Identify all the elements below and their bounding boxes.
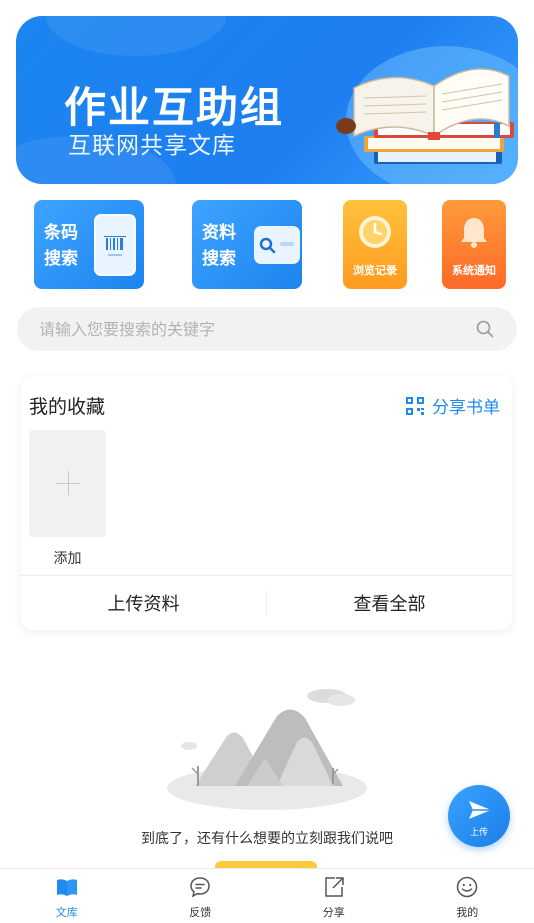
tab-share[interactable]: 分享 [267, 869, 401, 923]
upload-fab-label: 上传 [469, 828, 488, 838]
browse-history-button[interactable]: 浏览记录 [343, 200, 407, 289]
bottom-tab-bar: 文库 反馈 分享 我的 [0, 868, 534, 923]
material-search-label-line1: 资料 [202, 223, 236, 243]
favorites-title: 我的收藏 [29, 396, 106, 418]
add-favorite-label: 添加 [53, 551, 82, 567]
material-search-label: 资料 搜索 [202, 220, 236, 272]
upload-fab-button[interactable]: 上传 [448, 785, 510, 847]
clock-icon [359, 216, 391, 248]
barcode-search-button[interactable]: 条码 搜索 [34, 200, 144, 289]
tab-feedback[interactable]: 反馈 [134, 869, 268, 923]
mountain-empty-illustration-icon [167, 689, 367, 810]
paper-plane-icon [469, 801, 491, 819]
qr-code-icon [406, 396, 424, 415]
search-input[interactable] [39, 319, 475, 339]
bell-icon [461, 218, 487, 248]
banner-decoration [46, 16, 226, 56]
barcode-search-label: 条码 搜索 [44, 220, 78, 272]
search-bar[interactable] [17, 307, 517, 351]
system-notice-label: 系统通知 [452, 264, 496, 277]
tab-share-label: 分享 [322, 906, 345, 919]
search-card [254, 226, 300, 264]
tab-mine[interactable]: 我的 [401, 869, 534, 923]
tab-mine-label: 我的 [456, 906, 479, 919]
favorites-actions: 上传资料 查看全部 [21, 576, 512, 630]
book-icon [56, 879, 77, 896]
upload-material-button[interactable]: 上传资料 [21, 576, 266, 630]
barcode-search-label-line2: 搜索 [44, 249, 78, 269]
promo-banner[interactable]: 作业互助组 互联网共享文库 [16, 16, 518, 184]
share-booklist-label: 分享书单 [432, 398, 500, 418]
tab-library[interactable]: 文库 [0, 869, 134, 923]
open-book-illustration-icon [336, 68, 514, 164]
banner-subtitle: 互联网共享文库 [68, 133, 236, 159]
add-favorite-button[interactable] [29, 430, 106, 537]
search-icon[interactable] [475, 319, 495, 339]
share-icon [325, 877, 344, 897]
plus-icon [68, 471, 69, 495]
smile-icon [457, 876, 478, 898]
barcode-icon [104, 236, 126, 256]
share-booklist-button[interactable]: 分享书单 [406, 393, 500, 418]
phone-card [94, 214, 136, 276]
tab-library-label: 文库 [55, 906, 78, 919]
barcode-search-label-line1: 条码 [44, 223, 78, 243]
browse-history-label: 浏览记录 [353, 264, 397, 277]
material-search-label-line2: 搜索 [202, 249, 236, 269]
system-notice-button[interactable]: 系统通知 [442, 200, 506, 289]
view-all-button[interactable]: 查看全部 [267, 576, 512, 630]
search-card-icon [259, 237, 294, 254]
tab-feedback-label: 反馈 [189, 906, 212, 919]
material-search-button[interactable]: 资料 搜索 [192, 200, 302, 289]
feedback-icon [190, 877, 211, 898]
favorites-card: 我的收藏 分享书单 添加 上传资料 查看全部 [21, 376, 512, 630]
